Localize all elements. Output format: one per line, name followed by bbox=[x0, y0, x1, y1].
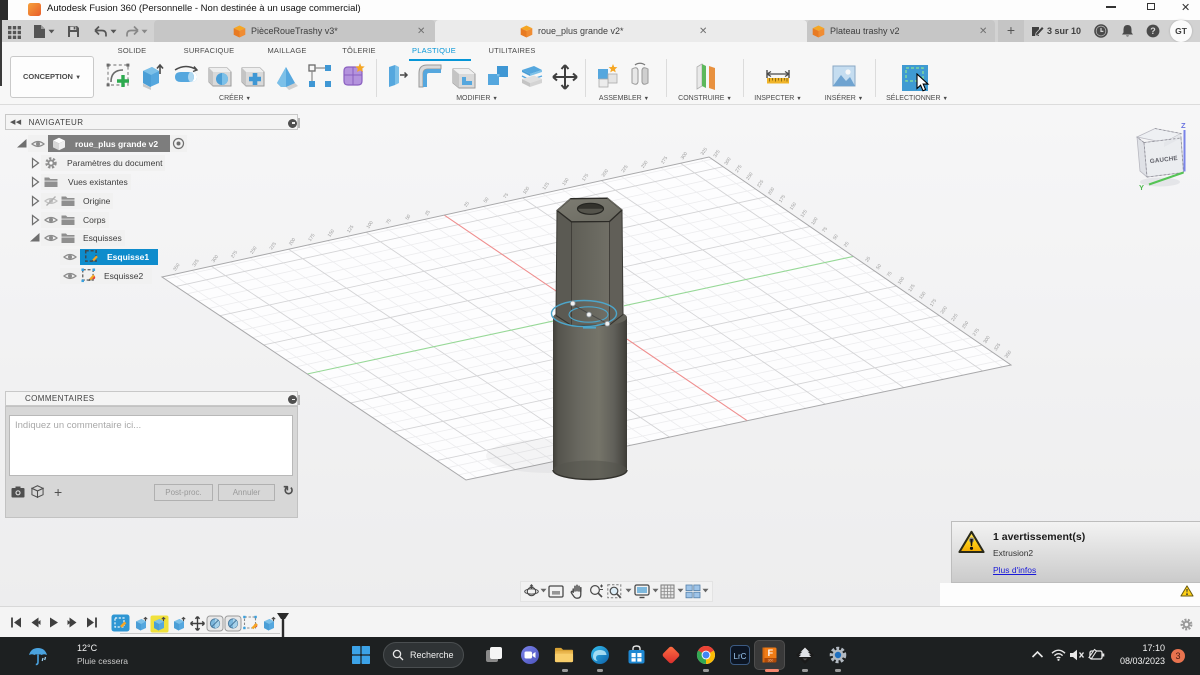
svg-text:50: 50 bbox=[483, 196, 490, 203]
svg-text:75: 75 bbox=[886, 270, 893, 277]
svg-text:?: ? bbox=[1150, 26, 1156, 36]
svg-text:125: 125 bbox=[907, 283, 916, 293]
svg-text:325: 325 bbox=[191, 258, 200, 268]
svg-text:100: 100 bbox=[365, 220, 374, 230]
svg-text:275: 275 bbox=[734, 164, 743, 174]
svg-text:250: 250 bbox=[961, 320, 970, 330]
svg-text:50: 50 bbox=[404, 213, 411, 220]
svg-text:100: 100 bbox=[810, 216, 819, 226]
svg-text:225: 225 bbox=[620, 164, 629, 174]
svg-text:300: 300 bbox=[211, 254, 220, 264]
svg-text:200: 200 bbox=[767, 186, 776, 196]
svg-text:225: 225 bbox=[756, 179, 765, 189]
svg-text:275: 275 bbox=[660, 155, 669, 165]
svg-text:175: 175 bbox=[581, 172, 590, 182]
svg-text:325: 325 bbox=[712, 149, 721, 159]
svg-text:25: 25 bbox=[843, 241, 850, 248]
svg-text:250: 250 bbox=[249, 245, 258, 255]
svg-text:300: 300 bbox=[723, 156, 732, 166]
svg-text:150: 150 bbox=[327, 228, 336, 238]
svg-text:350: 350 bbox=[1004, 349, 1013, 359]
svg-text:F: F bbox=[768, 648, 774, 658]
svg-text:Z: Z bbox=[1181, 121, 1186, 130]
svg-text:150: 150 bbox=[918, 290, 927, 300]
svg-text:125: 125 bbox=[541, 181, 550, 191]
svg-text:Y: Y bbox=[1139, 183, 1144, 192]
svg-text:225: 225 bbox=[268, 241, 277, 251]
svg-text:50: 50 bbox=[875, 263, 882, 270]
svg-text:125: 125 bbox=[346, 224, 355, 234]
svg-text:75: 75 bbox=[502, 192, 509, 199]
svg-text:25: 25 bbox=[864, 255, 871, 262]
svg-text:200: 200 bbox=[601, 168, 610, 178]
svg-text:275: 275 bbox=[230, 249, 239, 259]
svg-text:275: 275 bbox=[972, 327, 981, 337]
svg-text:125: 125 bbox=[799, 209, 808, 219]
svg-text:300: 300 bbox=[680, 151, 689, 161]
svg-text:150: 150 bbox=[561, 177, 570, 187]
svg-text:100: 100 bbox=[897, 276, 906, 286]
svg-text:50: 50 bbox=[832, 233, 839, 240]
svg-text:175: 175 bbox=[778, 194, 787, 204]
svg-text:300: 300 bbox=[982, 335, 991, 345]
svg-text:325: 325 bbox=[993, 342, 1002, 352]
svg-text:360: 360 bbox=[768, 659, 774, 663]
svg-text:150: 150 bbox=[789, 201, 798, 211]
svg-text:LrC: LrC bbox=[734, 652, 747, 661]
svg-text:250: 250 bbox=[745, 171, 754, 181]
svg-text:25: 25 bbox=[463, 200, 470, 207]
svg-text:350: 350 bbox=[172, 262, 181, 272]
svg-text:200: 200 bbox=[939, 305, 948, 315]
svg-text:100: 100 bbox=[522, 185, 531, 195]
svg-text:175: 175 bbox=[929, 298, 938, 308]
svg-text:75: 75 bbox=[385, 218, 392, 225]
svg-text:250: 250 bbox=[640, 159, 649, 169]
svg-text:325: 325 bbox=[700, 146, 709, 156]
svg-text:225: 225 bbox=[950, 312, 959, 322]
svg-text:25: 25 bbox=[424, 209, 431, 216]
svg-text:175: 175 bbox=[307, 232, 316, 242]
svg-text:200: 200 bbox=[288, 237, 297, 247]
svg-text:75: 75 bbox=[821, 226, 828, 233]
